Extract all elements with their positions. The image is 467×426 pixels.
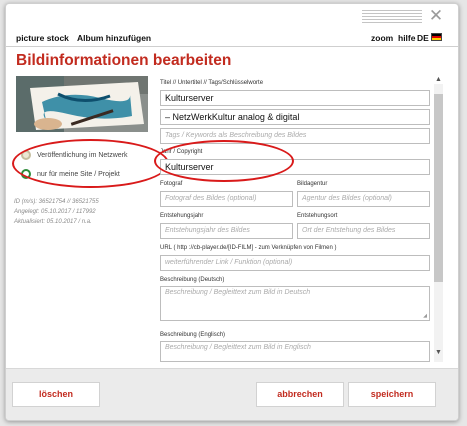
description-en-placeholder: Beschreibung / Begleittext zum Bild in E… xyxy=(165,344,311,351)
tags-input[interactable]: Tags / Keywords als Beschreibung des Bil… xyxy=(160,128,430,144)
radio-network-label: Veröffentlichung im Netzwerk xyxy=(37,151,128,159)
meta-id: ID (m/s): 36521754 // 36521755 xyxy=(14,199,99,205)
chevron-down-icon[interactable]: ▼ xyxy=(434,348,443,358)
photographer-input[interactable]: Fotograf des Bildes (optional) xyxy=(160,191,293,207)
description-de-textarea[interactable]: Beschreibung / Begleittext zum Bild in D… xyxy=(160,286,430,321)
menu-bar: picture stock Album hinzufügen zoom hilf… xyxy=(6,30,458,47)
delete-button[interactable]: löschen xyxy=(12,382,100,407)
edit-image-dialog: ✕ picture stock Album hinzufügen zoom hi… xyxy=(5,3,459,421)
dialog-footer: löschen abbrechen speichern xyxy=(6,368,458,420)
creation-year-label: Entstehungsjahr xyxy=(160,213,204,219)
image-thumbnail xyxy=(16,76,148,132)
save-button[interactable]: speichern xyxy=(348,382,436,407)
radio-own-site[interactable]: nur für meine Site / Projekt xyxy=(21,169,120,179)
subtitle-input[interactable]: – NetzWerkKultur analog & digital xyxy=(160,109,430,125)
description-de-placeholder: Beschreibung / Begleittext zum Bild in D… xyxy=(165,289,311,296)
drag-handle[interactable] xyxy=(362,10,422,23)
menu-add-album[interactable]: Album hinzufügen xyxy=(77,33,151,43)
chevron-up-icon[interactable]: ▲ xyxy=(434,75,443,85)
creation-year-input[interactable]: Entstehungsjahr des Bildes xyxy=(160,223,293,239)
agency-input[interactable]: Agentur des Bildes (optional) xyxy=(297,191,430,207)
form-scrollbar-thumb[interactable] xyxy=(434,94,443,282)
meta-updated: Aktualisiert: 05.10.2017 / n.a. xyxy=(14,219,92,225)
year-label: Jahr / Copyright xyxy=(160,149,203,155)
title-bar: ✕ xyxy=(6,4,458,30)
radio-selected-icon[interactable] xyxy=(21,169,31,179)
cancel-button[interactable]: abbrechen xyxy=(256,382,344,407)
menu-picture-stock[interactable]: picture stock xyxy=(16,33,69,43)
description-en-textarea[interactable]: Beschreibung / Begleittext zum Bild in E… xyxy=(160,341,430,362)
meta-created: Angelegt: 05.10.2017 / 117992 xyxy=(14,209,96,215)
year-copyright-input[interactable]: Kulturserver xyxy=(160,159,430,175)
url-label: URL ( http ://cb-player.de/[ID-FILM] - z… xyxy=(160,245,337,251)
resize-handle-icon[interactable]: ◢ xyxy=(423,313,427,319)
page-title: Bildinformationen bearbeiten xyxy=(16,52,232,69)
highlight-circle-visibility xyxy=(12,139,169,188)
title-label: Titel // Untertitel // Tags/Schlüsselwor… xyxy=(160,80,264,86)
close-icon[interactable]: ✕ xyxy=(426,5,446,27)
flag-de-icon[interactable] xyxy=(431,33,442,41)
creation-place-label: Entstehungsort xyxy=(297,213,338,219)
description-de-label: Beschreibung (Deutsch) xyxy=(160,277,225,283)
url-input[interactable]: weiterführender Link / Funktion (optiona… xyxy=(160,255,430,271)
menu-language[interactable]: DE xyxy=(417,33,429,43)
photographer-label: Fotograf xyxy=(160,181,183,187)
radio-unselected-icon[interactable] xyxy=(21,150,31,160)
radio-own-site-label: nur für meine Site / Projekt xyxy=(37,170,120,178)
menu-help[interactable]: hilfe xyxy=(398,33,415,43)
agency-label: Bildagentur xyxy=(297,181,328,187)
menu-zoom[interactable]: zoom xyxy=(371,33,393,43)
title-input[interactable]: Kulturserver xyxy=(160,90,430,106)
radio-network[interactable]: Veröffentlichung im Netzwerk xyxy=(21,150,128,160)
description-en-label: Beschreibung (Englisch) xyxy=(160,332,226,338)
creation-place-input[interactable]: Ort der Entstehung des Bildes xyxy=(297,223,430,239)
